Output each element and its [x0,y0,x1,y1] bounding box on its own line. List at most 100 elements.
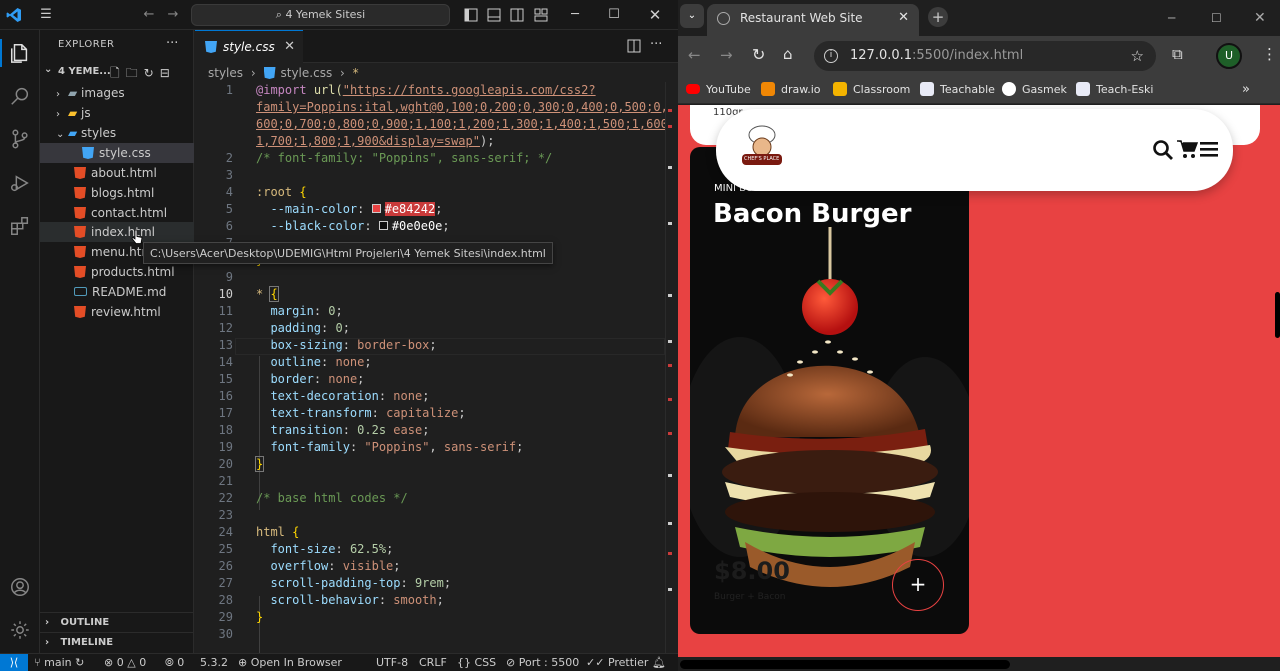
bookmark-drawio[interactable]: draw.io [761,76,821,104]
command-center-search[interactable]: ⌕ 4 Yemek Sitesi [191,4,450,26]
encoding-status[interactable]: UTF-8 [376,654,408,671]
bookmark-teach-eski[interactable]: Teach-Eski [1076,76,1153,104]
tree-file-products[interactable]: products.html [40,262,194,282]
vscode-titlebar: ☰ ← → ⌕ 4 Yemek Sitesi ─ ☐ ✕ [0,0,678,30]
settings-gear-icon[interactable] [0,610,40,650]
address-bar[interactable]: i 127.0.0.1:5500/index.html ☆ [814,41,1156,71]
color-swatch[interactable] [371,204,381,213]
bookmark-star-icon[interactable]: ☆ [1131,41,1144,71]
html-file-icon [74,246,86,258]
browser-close-icon[interactable]: ✕ [1254,0,1266,36]
horizontal-scrollbar[interactable] [678,657,1280,671]
cart-icon[interactable] [1176,138,1199,163]
language-status[interactable]: {} CSS [457,654,496,671]
profile-avatar[interactable]: U [1216,43,1242,69]
timeline-section[interactable]: › TIMELINE [40,632,194,652]
bookmarks-overflow-chevron-icon[interactable]: » [1242,76,1250,104]
tree-file-about[interactable]: about.html [40,163,194,183]
search-icon[interactable] [1152,139,1174,164]
tree-file-readme[interactable]: README.md [40,282,194,302]
remote-indicator-icon[interactable]: ⟩⟨ [0,654,28,671]
extensions-puzzle-icon[interactable]: ⧉ [1172,45,1183,63]
run-debug-icon[interactable] [0,163,40,203]
site-info-icon[interactable]: i [824,49,838,63]
close-icon[interactable]: ✕ [646,0,664,30]
refresh-icon[interactable]: ↻ [144,66,160,80]
new-tab-icon[interactable]: + [928,7,948,27]
explorer-sidebar: EXPLORER ··· ⌄ 4 YEME... 🗋🗀↻⊟ › ▰ images … [40,30,194,653]
forward-arrow-icon[interactable]: → [164,0,182,30]
add-to-cart-button[interactable]: + [892,559,944,611]
overview-ruler[interactable] [665,82,678,653]
more-actions-icon[interactable]: ··· [166,36,178,51]
prettier-status[interactable]: ✓✓ Prettier [586,654,648,671]
tree-file-blogs[interactable]: blogs.html [40,183,194,203]
tab-close-icon[interactable]: ✕ [898,4,909,32]
tree-file-contact[interactable]: contact.html [40,203,194,223]
bookmark-teachable[interactable]: Teachable [920,76,995,104]
tree-file-review[interactable]: review.html [40,302,194,322]
customize-layout-icon[interactable] [533,0,549,30]
problems-status[interactable]: ⊗ 0 △ 0 [104,654,146,671]
tree-file-index[interactable]: index.html [40,222,194,242]
color-swatch[interactable] [378,221,388,230]
page-scroll-indicator [1275,292,1280,338]
extensions-icon[interactable] [0,206,40,246]
breadcrumb-symbol[interactable]: * [353,66,359,80]
back-arrow-icon[interactable]: ← [140,0,158,30]
account-icon[interactable] [0,567,40,607]
editor-more-icon[interactable]: ··· [650,37,662,52]
line-number [195,133,233,150]
search-activity-icon[interactable] [0,76,40,116]
chefs-place-logo[interactable]: CHEF'S PLACE [734,121,790,177]
tree-folder-images[interactable]: › ▰ images [40,83,194,103]
tree-folder-styles[interactable]: ⌄ ▰ styles [40,123,194,143]
code-editor[interactable]: 1234567891011121314151617181920212223242… [195,82,665,653]
html-file-icon [74,266,86,278]
ports-status[interactable]: ⦾ 0 [165,654,184,671]
tree-folder-js[interactable]: › ▰ js [40,103,194,123]
breadcrumb-item[interactable]: styles [208,66,243,80]
breadcrumb-item[interactable]: style.css [281,66,333,80]
version-status[interactable]: 5.3.2 [200,654,228,671]
split-editor-icon[interactable] [627,39,641,56]
browser-tab-restaurant[interactable]: Restaurant Web Site ✕ [707,4,919,36]
new-file-icon[interactable]: 🗋 [110,66,126,80]
outline-section[interactable]: › OUTLINE [40,612,194,632]
tree-file-style-css[interactable]: style.css [40,143,194,163]
toggle-sidebar-icon[interactable] [463,0,479,30]
branch-status[interactable]: ⑂ main ↻ [34,654,84,671]
eol-status[interactable]: CRLF [419,654,447,671]
notifications-bell-icon[interactable]: 🔔︎ [652,654,666,671]
open-in-browser-button[interactable]: ⊕ Open In Browser [238,654,342,671]
tab-search-chevron-icon[interactable]: ⌄ [680,4,704,28]
back-icon[interactable]: ← [688,46,701,64]
new-folder-icon[interactable]: 🗀 [126,66,144,80]
browser-maximize-icon[interactable]: ☐ [1211,0,1222,36]
minimize-icon[interactable]: ─ [566,0,584,30]
tab-style-css[interactable]: style.css ✕ [195,30,303,63]
code-line-10: * { [256,286,279,302]
home-icon[interactable]: ⌂ [783,45,793,63]
tab-close-icon[interactable]: ✕ [284,31,295,63]
live-server-port[interactable]: ⊘ Port : 5500 [506,654,579,671]
collapse-all-icon[interactable]: ⊟ [160,66,176,80]
menu-icon[interactable]: ☰ [36,0,56,30]
bookmark-youtube[interactable]: YouTube [686,76,751,104]
maximize-icon[interactable]: ☐ [605,0,623,30]
bookmark-classroom[interactable]: Classroom [833,76,910,104]
scrollbar-thumb[interactable] [680,660,1010,669]
source-control-icon[interactable] [0,119,40,159]
explorer-icon[interactable] [0,33,40,73]
hamburger-menu-icon[interactable] [1199,139,1219,162]
workspace-folder[interactable]: ⌄ 4 YEME... 🗋🗀↻⊟ [40,64,194,82]
code-line-11: margin: 0; [270,304,343,318]
toggle-panel-icon[interactable] [486,0,502,30]
browser-minimize-icon[interactable]: ─ [1168,0,1175,36]
forward-icon[interactable]: → [720,46,733,64]
bookmark-gasmek[interactable]: Gasmek [1002,76,1067,104]
product-card[interactable]: MINI BURGER Bacon Burger $8.00 Burger + … [690,147,969,634]
reload-icon[interactable]: ↻ [752,45,765,64]
toggle-secondary-sidebar-icon[interactable] [509,0,525,30]
browser-menu-icon[interactable]: ⋮ [1262,45,1277,63]
